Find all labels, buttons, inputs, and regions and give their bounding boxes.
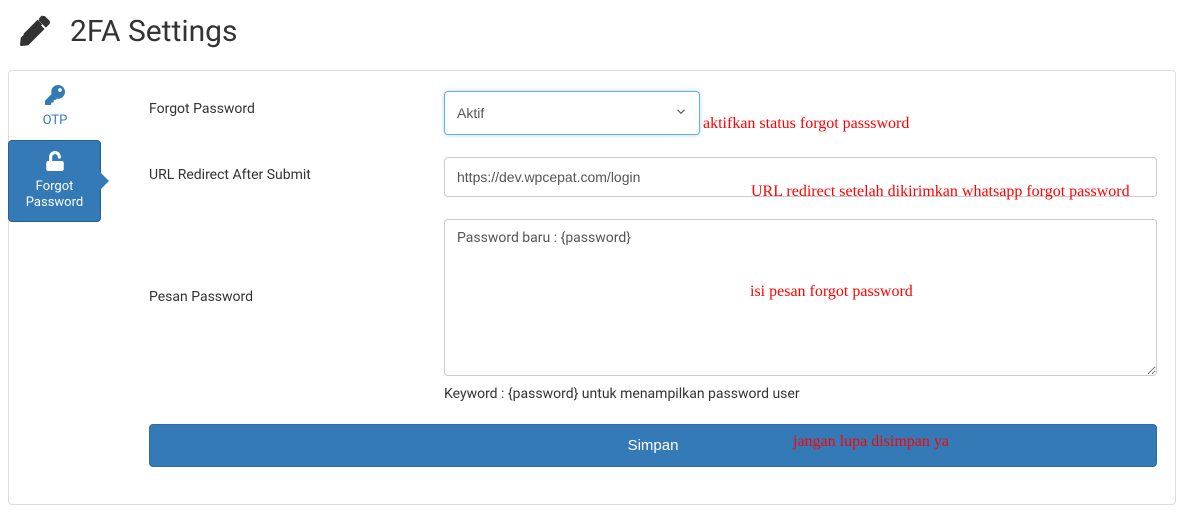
row-pesan-password: Pesan Password Keyword : {password} untu…	[149, 219, 1157, 402]
row-forgot-status: Forgot Password Aktif	[149, 91, 1157, 135]
select-forgot-status[interactable]: Aktif	[444, 91, 700, 135]
settings-panel: OTP Forgot Password Forgot Password Akti…	[8, 70, 1176, 505]
annotation-pesan: isi pesan forgot password	[750, 283, 913, 301]
label-url-redirect: URL Redirect After Submit	[149, 157, 444, 183]
tab-forgot-label: Forgot Password	[15, 179, 94, 212]
key-icon	[45, 85, 65, 110]
unlock-icon	[45, 151, 65, 176]
label-forgot-password: Forgot Password	[149, 91, 444, 117]
tab-otp[interactable]: OTP	[9, 75, 101, 140]
tab-otp-label: OTP	[43, 113, 68, 129]
form-content: Forgot Password Aktif URL Redirect After…	[101, 71, 1175, 504]
annotation-save: jangan lupa disimpan ya	[793, 433, 949, 451]
page-title: 2FA Settings	[0, 0, 1184, 70]
tab-forgot-password[interactable]: Forgot Password	[8, 140, 101, 223]
page-title-text: 2FA Settings	[30, 14, 238, 49]
tabs-nav: OTP Forgot Password	[9, 71, 101, 504]
annotation-redirect: URL redirect setelah dikirimkan whatsapp…	[751, 183, 1130, 201]
help-keyword: Keyword : {password} untuk menampilkan p…	[444, 386, 1157, 402]
save-button[interactable]: Simpan	[149, 424, 1157, 467]
label-pesan-password: Pesan Password	[149, 219, 444, 305]
annotation-status: aktifkan status forgot passsword	[703, 115, 909, 133]
